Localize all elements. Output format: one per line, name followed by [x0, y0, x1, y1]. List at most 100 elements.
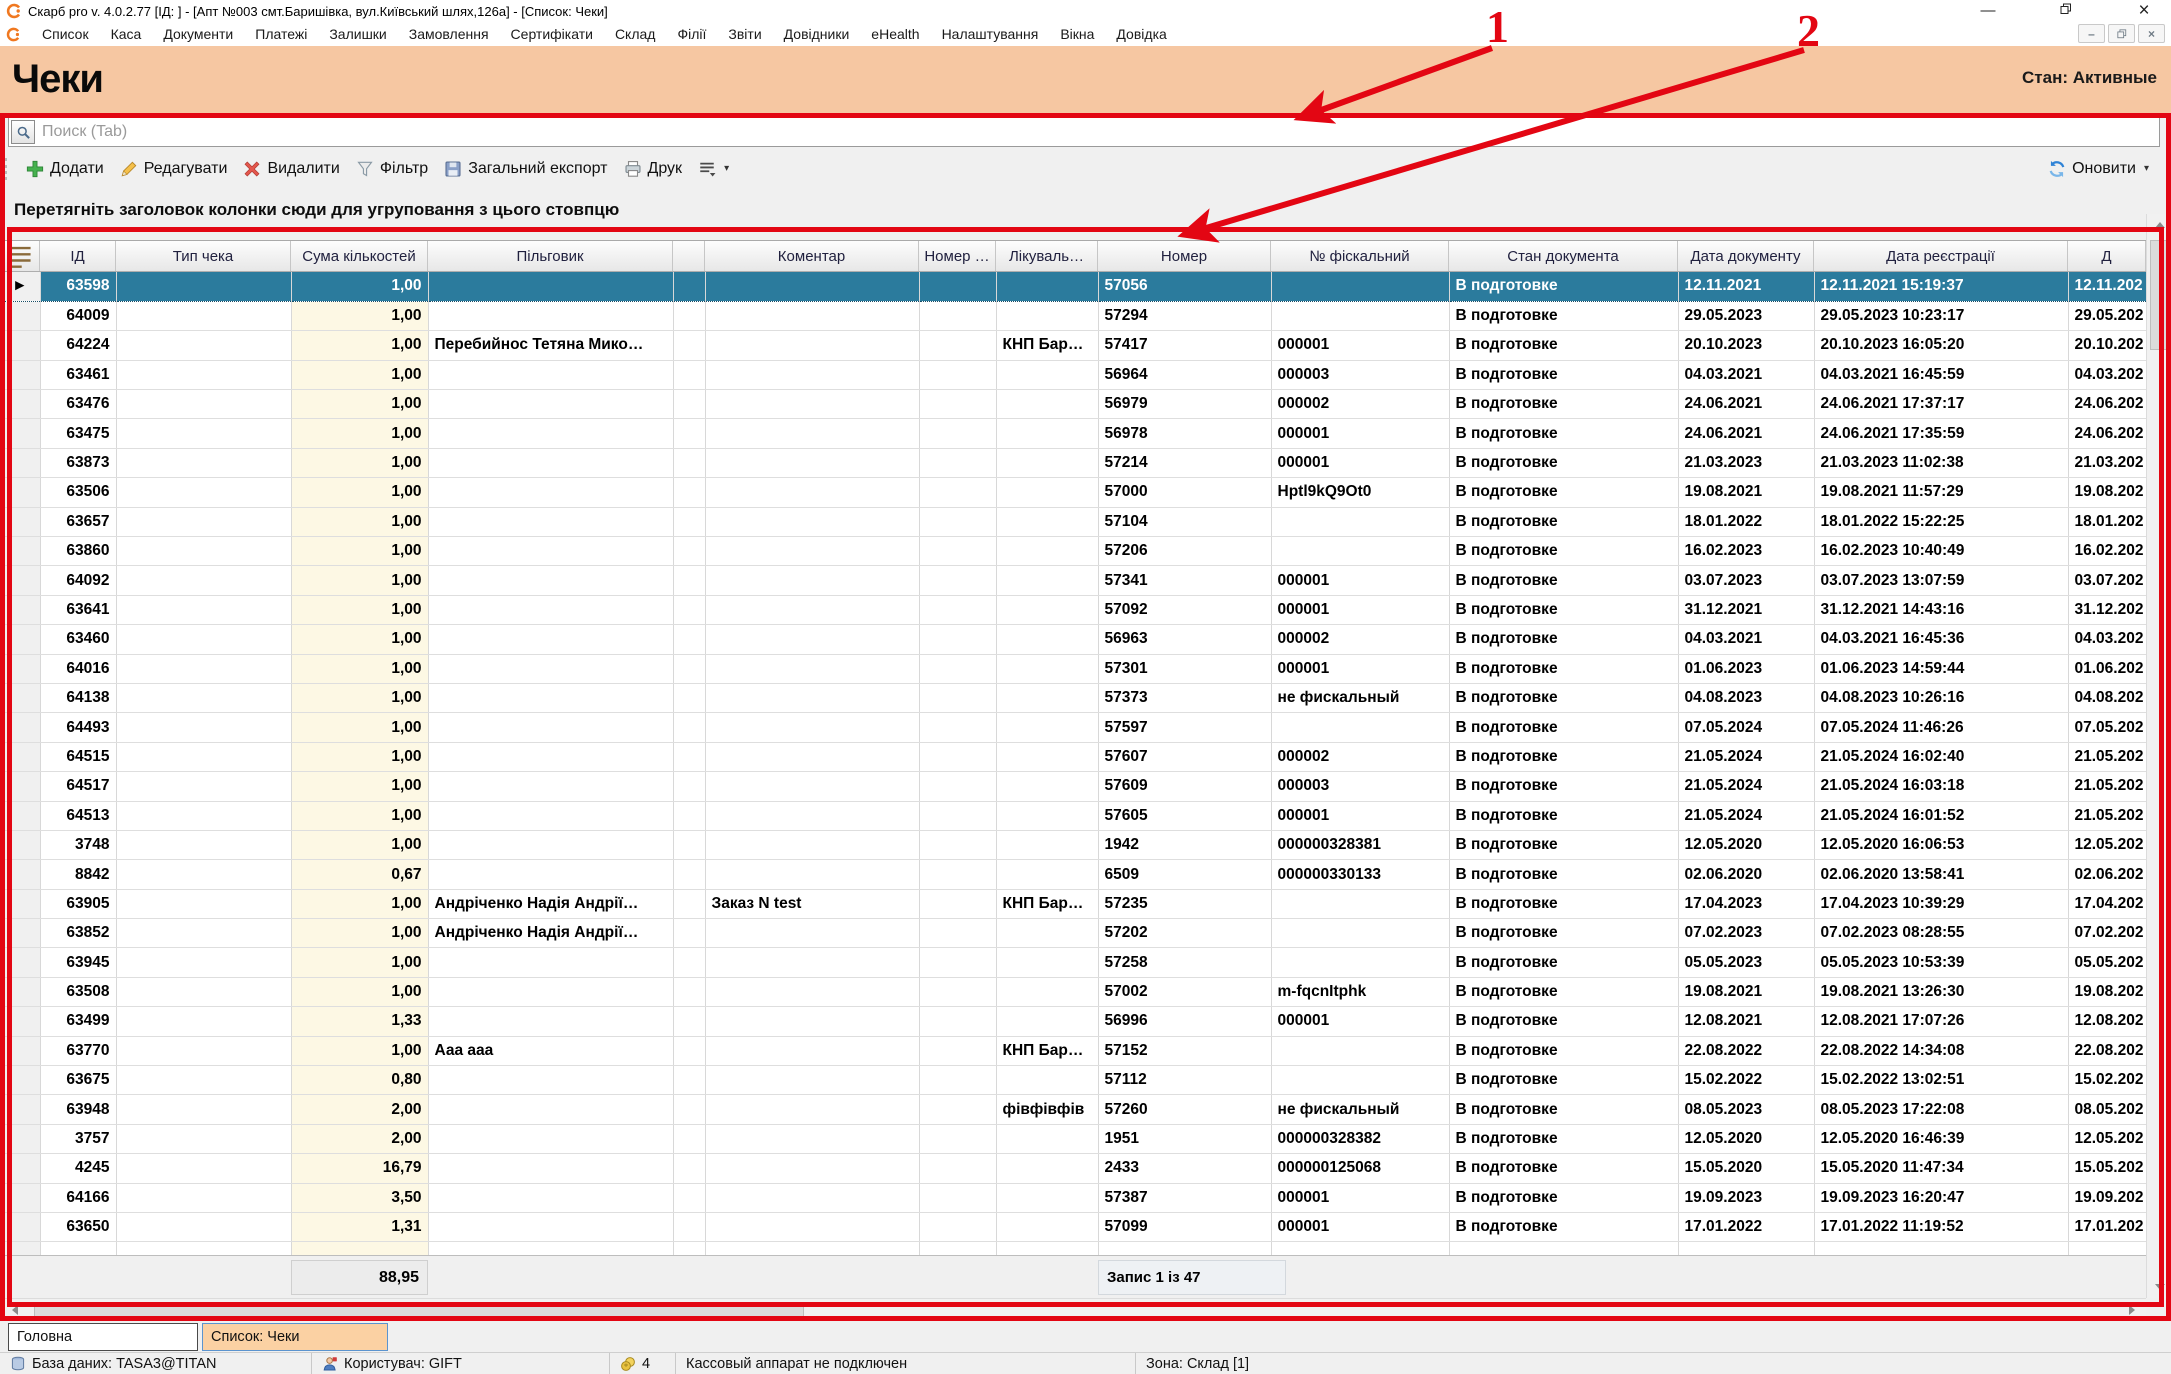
table-row[interactable]: 424516,792433000000125068В подготовке15.…	[0, 1154, 2146, 1183]
table-row[interactable]: 638601,0057206В подготовке16.02.202316.0…	[0, 537, 2146, 566]
row-selector[interactable]	[0, 977, 40, 1006]
table-row[interactable]: 638521,00Андріченко Надія Андрії…57202В …	[0, 919, 2146, 948]
row-selector[interactable]	[0, 742, 40, 771]
edit-button[interactable]: Редагувати	[112, 156, 236, 182]
table-row[interactable]: 645151,0057607000002В подготовке21.05.20…	[0, 742, 2146, 771]
table-row[interactable]: 641663,5057387000001В подготовке19.09.20…	[0, 1183, 2146, 1212]
table-row[interactable]: 640921,0057341000001В подготовке03.07.20…	[0, 566, 2146, 595]
row-selector[interactable]	[0, 1183, 40, 1212]
row-selector[interactable]	[0, 419, 40, 448]
row-selector[interactable]	[0, 801, 40, 830]
table-row[interactable]: ►635981,0057056В подготовке12.11.202112.…	[0, 272, 2146, 301]
print-button[interactable]: Друк	[616, 156, 691, 182]
row-selector[interactable]	[0, 331, 40, 360]
column-header-13[interactable]: Дата реєстрації	[1814, 241, 2068, 271]
column-header-5[interactable]	[673, 241, 705, 271]
table-row[interactable]: 639451,0057258В подготовке05.05.202305.0…	[0, 948, 2146, 977]
menu-item-12[interactable]: eHealth	[860, 24, 930, 44]
table-row[interactable]: 644931,0057597В подготовке07.05.202407.0…	[0, 713, 2146, 742]
column-header-8[interactable]: Лікуваль…	[996, 241, 1098, 271]
menu-item-13[interactable]: Налаштування	[931, 24, 1050, 44]
row-selector[interactable]	[0, 1124, 40, 1153]
row-selector[interactable]	[0, 1213, 40, 1242]
search-input[interactable]	[40, 122, 2157, 142]
row-selector[interactable]	[0, 1242, 40, 1255]
row-selector-header[interactable]	[0, 241, 40, 271]
table-row[interactable]: 634601,0056963000002В подготовке04.03.20…	[0, 625, 2146, 654]
row-selector[interactable]	[0, 1007, 40, 1036]
table-row[interactable]: 641381,0057373не фискальныйВ подготовке0…	[0, 683, 2146, 712]
export-button[interactable]: Загальний експорт	[436, 156, 615, 182]
table-row[interactable]: 637701,00Ааа аааКНП Бар…57152В подготовк…	[0, 1036, 2146, 1065]
row-selector[interactable]	[0, 919, 40, 948]
table-row[interactable]: 636501,3157099000001В подготовке17.01.20…	[0, 1213, 2146, 1242]
menu-item-10[interactable]: Звіти	[717, 24, 772, 44]
row-selector[interactable]	[0, 772, 40, 801]
menu-item-1[interactable]: Список	[31, 24, 100, 44]
table-row[interactable]: 634751,0056978000001В подготовке24.06.20…	[0, 419, 2146, 448]
table-row[interactable]: 642241,00Перебийнос Тетяна Мико…КНП Бар……	[0, 331, 2146, 360]
column-header-4[interactable]: Пільговик	[428, 241, 673, 271]
table-row[interactable]: 37572,001951000000328382В подготовке12.0…	[0, 1124, 2146, 1153]
row-selector[interactable]	[0, 390, 40, 419]
close-icon[interactable]: ×	[2131, 0, 2157, 22]
column-header-11[interactable]: Стан документа	[1449, 241, 1678, 271]
mdi-close-icon[interactable]: ×	[2138, 24, 2165, 43]
menu-item-7[interactable]: Сертифікати	[500, 24, 604, 44]
scroll-up-icon[interactable]	[2147, 214, 2171, 236]
scroll-down-icon[interactable]	[2147, 1276, 2171, 1298]
column-header-7[interactable]: Номер …	[919, 241, 996, 271]
horizontal-scroll-thumb[interactable]	[34, 1302, 804, 1318]
table-row[interactable]: 635061,0057000Hptl9kQ9Ot0В подготовке19.…	[0, 478, 2146, 507]
menu-item-8[interactable]: Склад	[604, 24, 667, 44]
column-header-3[interactable]: Сума кількостей	[291, 241, 428, 271]
table-row[interactable]: 634611,0056964000003В подготовке04.03.20…	[0, 360, 2146, 389]
table-row[interactable]: 635081,0057002m-fqcnItphkВ подготовке19.…	[0, 977, 2146, 1006]
filter-button[interactable]: Фільтр	[348, 156, 436, 182]
columns-button[interactable]: ▾	[690, 156, 737, 182]
menu-item-9[interactable]: Філії	[666, 24, 717, 44]
mdi-restore-icon[interactable]	[2108, 24, 2135, 43]
mdi-minimize-icon[interactable]: –	[2078, 24, 2105, 43]
row-selector[interactable]	[0, 360, 40, 389]
tab-2[interactable]: Список: Чеки	[202, 1323, 388, 1351]
table-row[interactable]: 634991,3356996000001В подготовке12.08.20…	[0, 1007, 2146, 1036]
horizontal-scrollbar[interactable]	[0, 1298, 2146, 1320]
refresh-button[interactable]: Оновити ▾	[2040, 156, 2157, 182]
column-header-14[interactable]: Д	[2068, 241, 2146, 271]
column-header-6[interactable]: Коментар	[705, 241, 919, 271]
row-selector[interactable]	[0, 860, 40, 889]
row-selector[interactable]	[0, 654, 40, 683]
table-row[interactable]: 37481,001942000000328381В подготовке12.0…	[0, 830, 2146, 859]
scroll-right-icon[interactable]	[2122, 1299, 2146, 1321]
column-header-12[interactable]: Дата документу	[1678, 241, 1814, 271]
search-icon[interactable]	[11, 120, 35, 144]
delete-button[interactable]: Видалити	[235, 156, 347, 182]
column-header-2[interactable]: Тип чека	[116, 241, 291, 271]
table-row[interactable]: 636750,8057112В подготовке15.02.202215.0…	[0, 1066, 2146, 1095]
row-selector[interactable]	[0, 683, 40, 712]
table-row[interactable]: 639051,00Андріченко Надія Андрії…Заказ N…	[0, 889, 2146, 918]
row-selector[interactable]	[0, 1095, 40, 1124]
menu-item-15[interactable]: Довідка	[1105, 24, 1177, 44]
row-selector[interactable]	[0, 713, 40, 742]
row-selector[interactable]	[0, 948, 40, 977]
menu-item-14[interactable]: Вікна	[1049, 24, 1105, 44]
add-button[interactable]: Додати	[18, 156, 112, 182]
menu-item-4[interactable]: Платежі	[244, 24, 318, 44]
row-selector[interactable]	[0, 625, 40, 654]
column-header-10[interactable]: № фіскальний	[1271, 241, 1449, 271]
table-row[interactable]: 636571,0057104В подготовке18.01.202218.0…	[0, 507, 2146, 536]
table-row[interactable]: 645171,0057609000003В подготовке21.05.20…	[0, 772, 2146, 801]
row-selector[interactable]: ►	[0, 272, 40, 301]
table-row[interactable]: 634761,0056979000002В подготовке24.06.20…	[0, 390, 2146, 419]
column-header-1[interactable]: ІД	[40, 241, 116, 271]
table-row[interactable]: 640161,0057301000001В подготовке01.06.20…	[0, 654, 2146, 683]
table-row[interactable]: 636411,0057092000001В подготовке31.12.20…	[0, 595, 2146, 624]
row-selector[interactable]	[0, 830, 40, 859]
row-selector[interactable]	[0, 595, 40, 624]
minimize-icon[interactable]: —	[1975, 0, 2001, 22]
restore-icon[interactable]	[2053, 0, 2079, 22]
table-row[interactable]: 640091,0057294В подготовке29.05.202329.0…	[0, 301, 2146, 330]
table-row[interactable]: 638731,0057214000001В подготовке21.03.20…	[0, 448, 2146, 477]
